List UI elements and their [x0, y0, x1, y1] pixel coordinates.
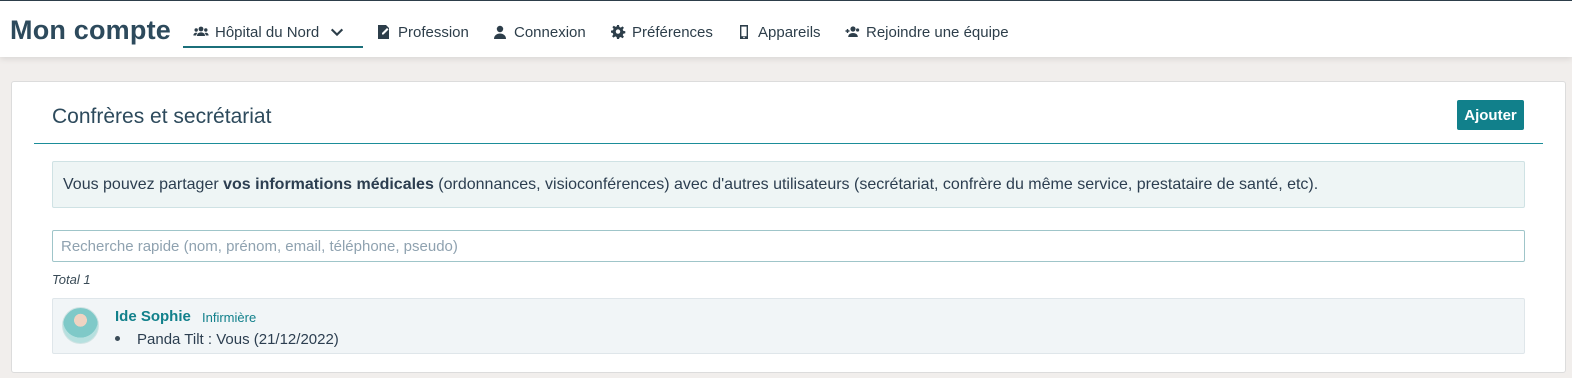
tab-label: Connexion — [514, 23, 586, 41]
divider — [34, 143, 1543, 144]
bullet-dot-icon — [115, 336, 120, 341]
user-icon — [494, 25, 506, 39]
tab-label: Préférences — [632, 23, 713, 41]
top-navigation-bar: Mon compte Hôpital du Nord Profession Co… — [0, 0, 1572, 57]
info-text-before: Vous pouvez partager — [63, 175, 224, 193]
person-name[interactable]: Ide Sophie — [115, 308, 191, 325]
list-item[interactable]: Ide Sophie Infirmière Panda Tilt : Vous … — [52, 298, 1525, 354]
total-count: Total 1 — [52, 272, 91, 287]
tab-label: Rejoindre une équipe — [866, 23, 1009, 41]
person-role: Infirmière — [202, 310, 257, 325]
info-message: Vous pouvez partager vos informations mé… — [52, 161, 1525, 208]
search-input[interactable] — [52, 230, 1525, 262]
colleagues-card: Confrères et secrétariat Ajouter Vous po… — [11, 81, 1566, 373]
info-text-after: (ordonnances, visioconférences) avec d'a… — [433, 175, 1319, 193]
users-icon — [193, 26, 209, 36]
tab-preferences[interactable]: Préférences — [610, 20, 713, 44]
tab-appareils[interactable]: Appareils — [736, 20, 821, 44]
chevron-down-icon — [331, 28, 344, 37]
add-button[interactable]: Ajouter — [1457, 100, 1524, 130]
mobile-icon — [740, 25, 748, 39]
tab-hopital-du-nord[interactable]: Hôpital du Nord — [193, 20, 351, 44]
tab-label: Profession — [398, 23, 469, 41]
gear-icon — [611, 25, 626, 39]
avatar — [62, 307, 99, 344]
id-card-icon — [378, 25, 389, 39]
tab-label: Appareils — [758, 23, 821, 41]
tab-connexion[interactable]: Connexion — [492, 20, 586, 44]
page-title: Mon compte — [10, 15, 171, 45]
tab-rejoindre-une-equipe[interactable]: Rejoindre une équipe — [844, 20, 1009, 44]
user-plus-icon — [845, 26, 860, 37]
section-title: Confrères et secrétariat — [52, 105, 272, 128]
tab-label: Hôpital du Nord — [215, 23, 320, 41]
tab-profession[interactable]: Profession — [376, 20, 469, 44]
share-entry: Panda Tilt : Vous (21/12/2022) — [137, 331, 339, 348]
info-text-bold: vos informations médicales — [223, 175, 434, 193]
